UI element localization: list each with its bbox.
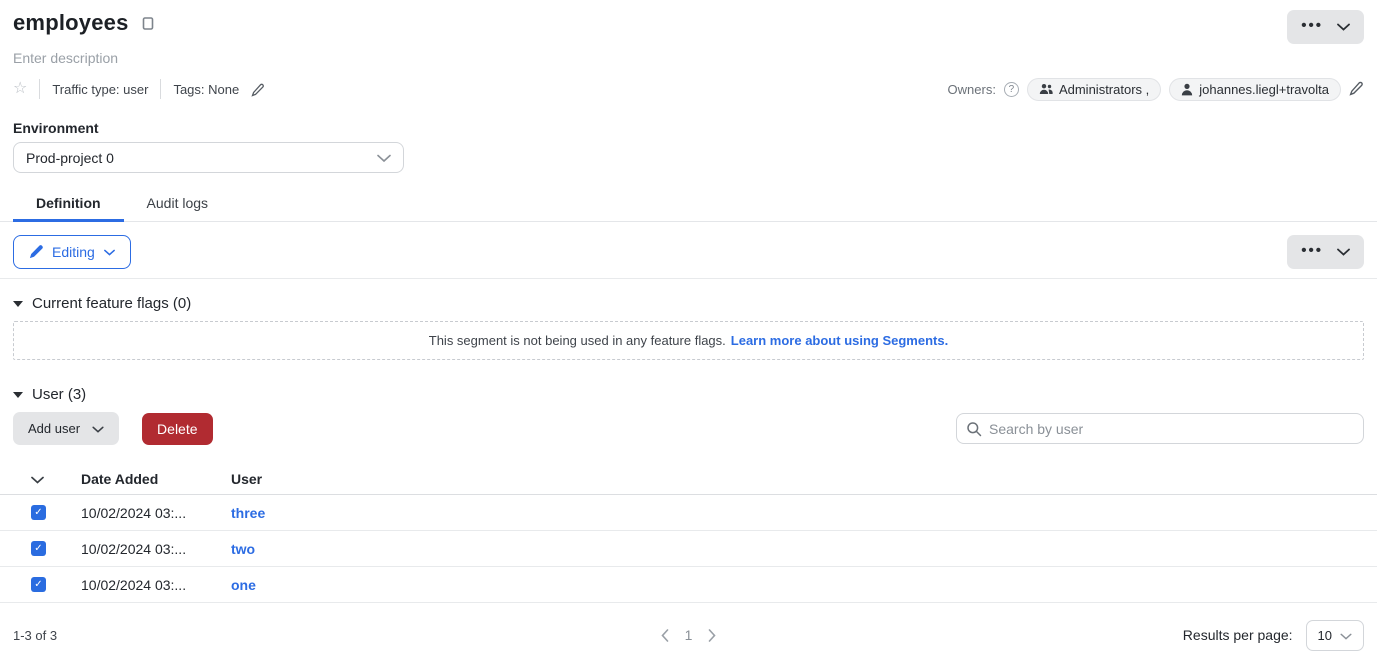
environment-value: Prod-project 0 [26, 150, 114, 166]
user-section-title: User (3) [32, 386, 86, 403]
search-icon [966, 420, 982, 438]
search-wrap [956, 413, 1364, 444]
row-date: 10/02/2024 03:... [81, 505, 231, 521]
prev-page-icon[interactable] [661, 629, 669, 642]
tab-bar: Definition Audit logs [0, 195, 1377, 222]
edit-owners-icon[interactable] [1349, 80, 1364, 98]
traffic-type-label: Traffic type: user [52, 82, 148, 97]
feature-flags-empty-state: This segment is not being used in any fe… [13, 321, 1364, 360]
owner-chip-label: Administrators , [1059, 82, 1149, 97]
row-checkbox[interactable]: ✓ [31, 577, 46, 592]
collapse-triangle-icon [13, 301, 23, 307]
more-options-icon[interactable]: ••• [1301, 243, 1323, 258]
description-placeholder[interactable]: Enter description [13, 50, 1364, 66]
results-per-page: Results per page: 10 [1183, 620, 1364, 651]
environment-label: Environment [13, 120, 1364, 136]
pencil-icon [29, 245, 43, 259]
add-user-button[interactable]: Add user [13, 412, 119, 445]
feature-flags-section-title: Current feature flags (0) [32, 295, 191, 312]
collapse-triangle-icon [13, 392, 23, 398]
add-user-label: Add user [28, 421, 80, 436]
owners-label: Owners: [948, 82, 996, 97]
page-title: employees [13, 10, 129, 36]
next-page-icon[interactable] [708, 629, 716, 642]
edit-tags-icon[interactable] [251, 81, 265, 97]
results-per-page-label: Results per page: [1183, 627, 1293, 643]
table-row: ✓ 10/02/2024 03:... three [0, 495, 1377, 531]
footer: 1-3 of 3 1 Results per page: 10 [0, 627, 1377, 643]
user-controls: Add user Delete [13, 412, 1364, 445]
table-row: ✓ 10/02/2024 03:... one [0, 567, 1377, 603]
segment-actions-button[interactable]: ••• [1287, 10, 1364, 44]
chevron-down-icon [92, 421, 104, 436]
empty-state-text: This segment is not being used in any fe… [429, 333, 726, 348]
page-number[interactable]: 1 [685, 627, 693, 643]
definition-toolbar: Editing ••• [13, 235, 1364, 269]
row-checkbox[interactable]: ✓ [31, 541, 46, 556]
chevron-down-icon [1340, 628, 1352, 643]
divider [39, 79, 40, 99]
owners-group: Owners: ? Administrators , johannes.lieg… [948, 78, 1364, 101]
meta-row: ☆ Traffic type: user Tags: None Owners: … [13, 78, 1364, 100]
person-icon [1181, 83, 1193, 96]
copy-icon[interactable] [139, 16, 154, 34]
definition-actions-button[interactable]: ••• [1287, 235, 1364, 269]
meta-left: ☆ Traffic type: user Tags: None [13, 79, 265, 99]
group-icon [1039, 83, 1053, 95]
row-checkbox[interactable]: ✓ [31, 505, 46, 520]
chevron-down-icon [104, 249, 115, 256]
feature-flags-section-header[interactable]: Current feature flags (0) [13, 295, 1364, 312]
owner-chip-user[interactable]: johannes.liegl+travolta [1169, 78, 1341, 101]
editing-button[interactable]: Editing [13, 235, 131, 269]
editing-label: Editing [52, 244, 95, 260]
delete-button[interactable]: Delete [142, 413, 212, 445]
select-all-chevron-icon[interactable] [31, 471, 81, 487]
table-row: ✓ 10/02/2024 03:... two [0, 531, 1377, 567]
results-per-page-select[interactable]: 10 [1306, 620, 1364, 651]
col-header-user[interactable]: User [231, 471, 1377, 487]
col-header-date-added[interactable]: Date Added [81, 471, 231, 487]
users-table: Date Added User ✓ 10/02/2024 03:... thre… [0, 463, 1377, 603]
users-table-header: Date Added User [0, 463, 1377, 495]
chevron-down-icon [377, 150, 391, 166]
more-options-icon[interactable]: ••• [1301, 18, 1323, 33]
divider [0, 278, 1377, 279]
user-link[interactable]: three [231, 505, 1377, 521]
checkmark-icon: ✓ [34, 580, 42, 590]
tags-label: Tags: None [173, 82, 239, 97]
row-date: 10/02/2024 03:... [81, 541, 231, 557]
favorite-star-icon[interactable]: ☆ [13, 81, 27, 97]
chevron-down-icon[interactable] [1337, 18, 1350, 36]
pagination: 1 [193, 627, 1184, 643]
tab-definition[interactable]: Definition [13, 195, 124, 221]
checkmark-icon: ✓ [34, 508, 42, 518]
results-range: 1-3 of 3 [13, 628, 193, 643]
user-link[interactable]: one [231, 577, 1377, 593]
results-per-page-value: 10 [1318, 628, 1332, 643]
row-date: 10/02/2024 03:... [81, 577, 231, 593]
divider [160, 79, 161, 99]
page-header: employees ••• [0, 0, 1377, 44]
owner-chip-administrators[interactable]: Administrators , [1027, 78, 1161, 101]
search-input[interactable] [956, 413, 1364, 444]
user-section-header[interactable]: User (3) [13, 386, 1364, 403]
learn-more-link[interactable]: Learn more about using Segments. [731, 333, 948, 348]
chevron-down-icon[interactable] [1337, 243, 1350, 261]
user-link[interactable]: two [231, 541, 1377, 557]
environment-select[interactable]: Prod-project 0 [13, 142, 404, 173]
help-icon[interactable]: ? [1004, 82, 1019, 97]
tab-audit-logs[interactable]: Audit logs [124, 195, 231, 221]
owner-chip-label: johannes.liegl+travolta [1199, 82, 1329, 97]
checkmark-icon: ✓ [34, 544, 42, 554]
